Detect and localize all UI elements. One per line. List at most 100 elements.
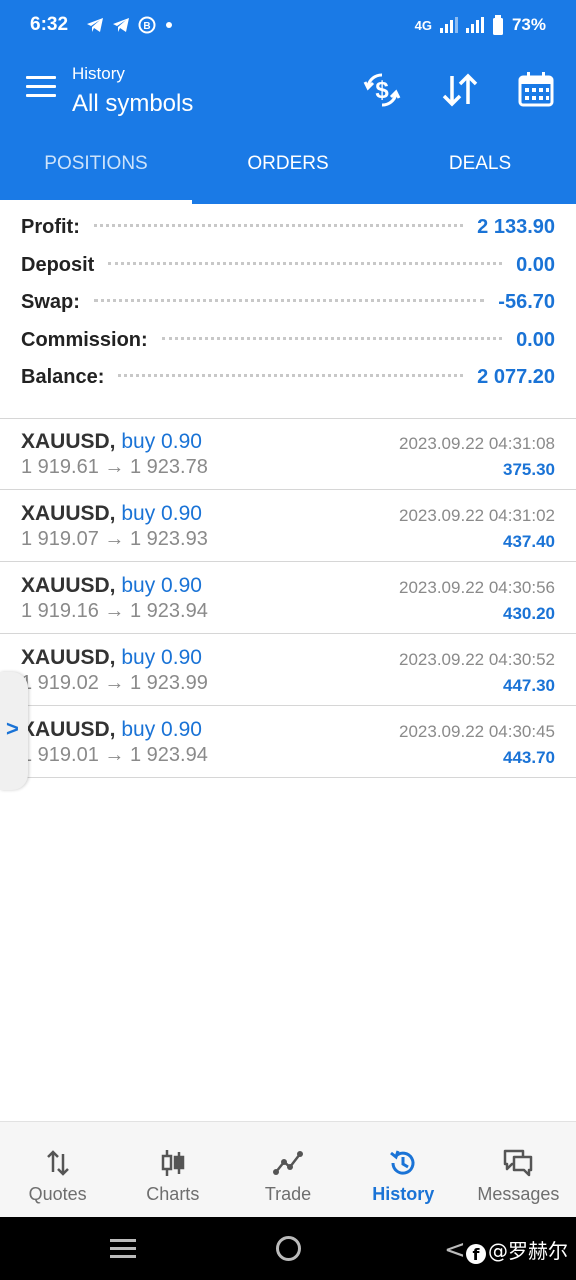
battery-percent: 73% — [511, 15, 546, 34]
nav-label: Messages — [477, 1184, 560, 1204]
dotted-leader — [93, 299, 485, 302]
nav-history[interactable]: History — [346, 1122, 461, 1217]
system-nav-bar: < f @罗赫尔 — [0, 1217, 576, 1280]
list-item[interactable]: XAUUSD, buy 0.90 1 919.07 → 1 923.93 202… — [0, 490, 576, 562]
deal-profit: 375.30 — [503, 460, 555, 479]
deal-prices: 1 919.07 → 1 923.93 — [21, 528, 208, 551]
summary-value: 2 133.90 — [477, 216, 555, 238]
dotted-leader — [108, 261, 503, 265]
currency-exchange-icon[interactable]: $ — [362, 70, 402, 110]
dot-icon — [166, 22, 173, 28]
sort-icon[interactable] — [440, 70, 480, 110]
deal-open-price: 1 919.61 — [21, 456, 99, 478]
quotes-icon — [46, 1150, 69, 1176]
deal-profit: 447.30 — [503, 676, 555, 695]
deal-symbol: XAUUSD, — [21, 646, 116, 669]
summary-row-deposit: Deposit 0.00 — [0, 254, 576, 292]
deal-symbol: XAUUSD, — [21, 574, 116, 597]
nav-charts[interactable]: Charts — [115, 1122, 230, 1217]
edge-panel-handle[interactable]: > — [0, 672, 28, 790]
deal-side: buy 0.90 — [121, 502, 202, 525]
back-icon[interactable]: < — [444, 1235, 466, 1265]
deal-symbol-line: XAUUSD, buy 0.90 — [21, 502, 202, 526]
chevron-right-icon: > — [6, 716, 19, 741]
deal-time: 2023.09.22 04:30:45 — [399, 722, 555, 741]
deal-side: buy 0.90 — [121, 718, 202, 741]
nav-messages[interactable]: Messages — [461, 1122, 576, 1217]
deal-symbol-line: XAUUSD, buy 0.90 — [21, 574, 202, 598]
deal-side: buy 0.90 — [121, 646, 202, 669]
deal-close-price: 1 923.78 — [129, 456, 208, 478]
summary-value: 0.00 — [516, 253, 555, 276]
nav-quotes[interactable]: Quotes — [0, 1122, 115, 1217]
dotted-leader — [161, 336, 503, 340]
svg-text:B: B — [143, 21, 150, 32]
deal-symbol: XAUUSD, — [21, 430, 116, 453]
list-item[interactable]: XAUUSD, buy 0.90 1 919.16 → 1 923.94 202… — [0, 562, 576, 634]
telegram-icon — [87, 18, 104, 32]
tab-positions[interactable]: POSITIONS — [0, 132, 192, 204]
nav-label: Trade — [264, 1184, 312, 1204]
deal-prices: 1 919.16 → 1 923.94 — [21, 600, 208, 623]
deal-close-price: 1 923.94 — [129, 600, 208, 622]
list-item[interactable]: XAUUSD, buy 0.90 1 919.01 → 1 923.94 202… — [0, 706, 576, 778]
deal-time: 2023.09.22 04:30:52 — [399, 650, 555, 669]
deal-profit: 430.20 — [503, 604, 555, 623]
tab-orders[interactable]: ORDERS — [192, 132, 384, 204]
deal-close-price: 1 923.99 — [129, 672, 208, 694]
calendar-icon[interactable] — [516, 70, 556, 110]
status-time: 6:32 — [30, 14, 69, 35]
summary-row-swap: Swap: -56.70 — [0, 291, 576, 329]
svg-text:$: $ — [375, 77, 389, 104]
watermark-text: @罗赫尔 — [488, 1239, 568, 1263]
deal-close-price: 1 923.94 — [129, 744, 208, 766]
deal-time: 2023.09.22 04:31:02 — [399, 506, 555, 525]
deal-time: 2023.09.22 04:30:56 — [399, 578, 555, 597]
summary-label: Swap: — [21, 291, 80, 313]
summary-value: 0.00 — [516, 328, 555, 351]
home-icon[interactable] — [276, 1236, 301, 1261]
toolbar-title[interactable]: All symbols — [72, 90, 193, 118]
watermark: f @罗赫尔 — [466, 1235, 568, 1264]
arrow-icon: → — [104, 744, 125, 766]
deal-open-price: 1 919.02 — [21, 672, 99, 694]
recent-apps-icon[interactable] — [110, 1239, 136, 1259]
app-toolbar: History All symbols $ — [0, 50, 576, 132]
network-label: 4G — [414, 17, 432, 33]
battery-icon — [492, 15, 503, 35]
nav-trade[interactable]: Trade — [230, 1122, 345, 1217]
summary-value: -56.70 — [498, 291, 555, 313]
tab-deals[interactable]: DEALS — [384, 132, 576, 204]
arrow-icon: → — [104, 600, 125, 622]
summary-row-commission: Commission: 0.00 — [0, 329, 576, 367]
arrow-icon: → — [104, 456, 125, 478]
bottom-nav: Quotes Charts Trade History Messages — [0, 1121, 576, 1217]
dotted-leader — [93, 224, 464, 227]
deal-side: buy 0.90 — [121, 574, 202, 597]
menu-icon[interactable] — [26, 76, 56, 100]
nav-label: History — [372, 1184, 435, 1204]
list-item[interactable]: XAUUSD, buy 0.90 1 919.02 → 1 923.99 202… — [0, 634, 576, 706]
signal-icon — [439, 17, 458, 33]
deal-list: XAUUSD, buy 0.90 1 919.61 → 1 923.78 202… — [0, 418, 576, 778]
list-item[interactable]: XAUUSD, buy 0.90 1 919.61 → 1 923.78 202… — [0, 418, 576, 490]
tab-bar: POSITIONS ORDERS DEALS — [0, 132, 576, 204]
deal-open-price: 1 919.01 — [21, 744, 99, 766]
arrow-icon: → — [104, 528, 125, 550]
bitcoin-icon: B — [138, 16, 156, 34]
deal-symbol-line: XAUUSD, buy 0.90 — [21, 718, 202, 742]
dotted-leader — [118, 374, 464, 377]
deal-prices: 1 919.01 → 1 923.94 — [21, 744, 208, 767]
nav-label: Charts — [146, 1184, 200, 1204]
toolbar-subtitle: History — [72, 64, 125, 83]
signal-icon-2 — [465, 17, 484, 33]
deal-open-price: 1 919.07 — [21, 528, 99, 550]
deal-side: buy 0.90 — [121, 430, 202, 453]
deal-symbol: XAUUSD, — [21, 718, 116, 741]
summary-label: Deposit — [21, 253, 95, 276]
deal-symbol-line: XAUUSD, buy 0.90 — [21, 646, 202, 670]
deal-time: 2023.09.22 04:31:08 — [399, 434, 555, 453]
summary-label: Commission: — [21, 328, 148, 351]
deal-prices: 1 919.61 → 1 923.78 — [21, 456, 208, 479]
history-icon — [390, 1150, 415, 1175]
